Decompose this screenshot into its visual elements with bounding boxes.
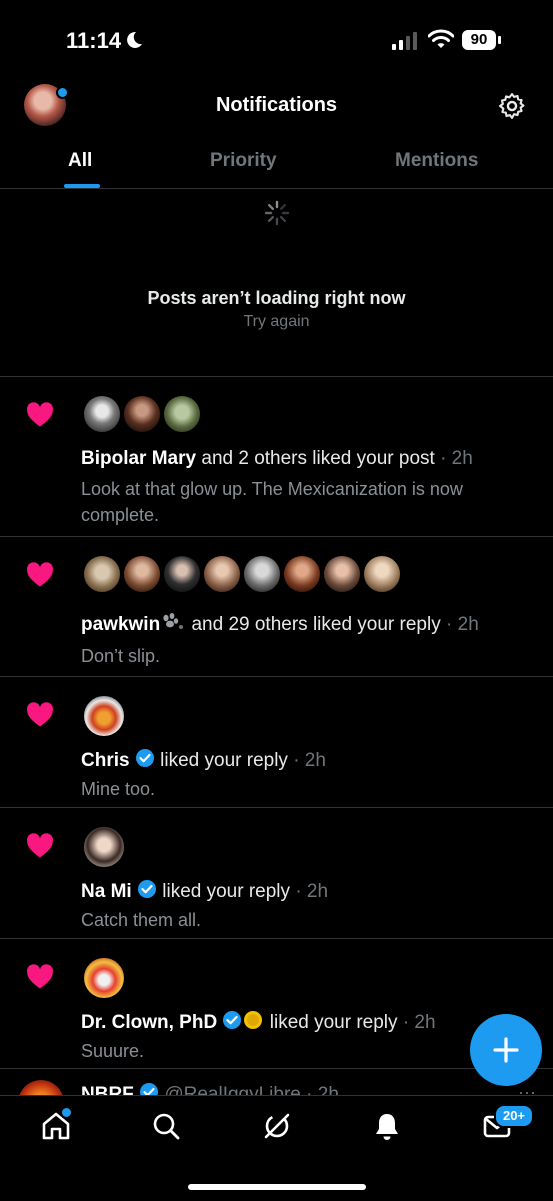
page-title: Notifications [215, 94, 338, 116]
notification-action: liked your reply [162, 881, 291, 902]
divider [0, 676, 553, 677]
avatar[interactable] [162, 554, 202, 594]
avatar[interactable] [82, 394, 122, 434]
gear-icon[interactable] [498, 92, 526, 120]
search-icon[interactable] [150, 1110, 182, 1142]
divider [0, 376, 553, 377]
compose-button[interactable] [470, 1014, 542, 1086]
post-text: Look at that glow up. The Mexicanization… [81, 479, 463, 525]
avatar[interactable] [362, 554, 402, 594]
avatar[interactable] [162, 394, 202, 434]
home-unread-dot [60, 1106, 73, 1119]
user-name[interactable]: Bipolar Mary [81, 448, 196, 469]
tab-priority[interactable]: Priority [210, 150, 277, 172]
heart-icon [27, 964, 53, 989]
timestamp: · 2h [402, 1012, 436, 1033]
post-text: Suuure. [81, 1041, 145, 1061]
divider [0, 188, 553, 189]
user-name[interactable]: Chris [81, 750, 130, 771]
post-text: Mine too. [81, 779, 156, 799]
heart-icon [27, 402, 53, 427]
avatar[interactable] [122, 394, 162, 434]
battery-icon: 90 [462, 30, 502, 52]
avatar[interactable] [122, 554, 162, 594]
timestamp: · 2h [440, 448, 473, 469]
avatar[interactable] [82, 554, 122, 594]
spinner-icon [264, 200, 290, 226]
avatar[interactable] [282, 554, 322, 594]
avatar[interactable] [202, 554, 242, 594]
timestamp: · 2h [293, 750, 326, 771]
post-text: Don’t slip. [81, 646, 161, 666]
heart-icon [27, 833, 53, 858]
verified-icon [135, 749, 154, 767]
error-message: Posts aren’t loading right now [147, 288, 406, 308]
messages-badge: 20+ [494, 1104, 534, 1128]
notification-action: and 29 others liked your reply [191, 614, 441, 635]
avatar[interactable] [242, 554, 282, 594]
divider [0, 938, 553, 939]
wifi-icon [428, 29, 454, 48]
coin-icon [244, 1011, 263, 1029]
verified-icon [137, 880, 156, 898]
divider [0, 536, 553, 537]
grok-icon[interactable] [261, 1110, 293, 1142]
paw-icon [163, 613, 184, 629]
heart-icon [27, 562, 53, 587]
signal-icon [392, 32, 417, 50]
moon-icon [127, 31, 142, 48]
tab-all[interactable]: All [68, 150, 92, 172]
try-again-link[interactable]: Try again [0, 313, 553, 331]
notification-action: liked your reply [269, 1012, 398, 1033]
user-name[interactable]: Na Mi [81, 881, 132, 902]
tab-mentions[interactable]: Mentions [395, 150, 478, 172]
avatar[interactable] [82, 825, 126, 869]
timestamp: · 2h [295, 881, 329, 902]
notification-action: and 2 others liked your post [201, 448, 435, 469]
avatar[interactable] [82, 956, 126, 1000]
plus-icon [493, 1037, 519, 1063]
divider [0, 807, 553, 808]
status-time: 11:14 [66, 28, 122, 53]
user-name[interactable]: Dr. Clown, PhD [81, 1012, 217, 1033]
battery-level: 90 [470, 31, 488, 48]
post-text: Catch them all. [81, 910, 202, 930]
heart-icon [27, 702, 53, 727]
avatar[interactable] [82, 694, 126, 738]
timestamp: · 2h [446, 614, 479, 635]
user-name[interactable]: pawkwin [81, 614, 160, 635]
verified-icon [223, 1011, 242, 1029]
notification-action: liked your reply [160, 750, 288, 771]
avatar[interactable] [322, 554, 362, 594]
bell-icon[interactable] [371, 1110, 403, 1142]
home-indicator [188, 1184, 366, 1190]
